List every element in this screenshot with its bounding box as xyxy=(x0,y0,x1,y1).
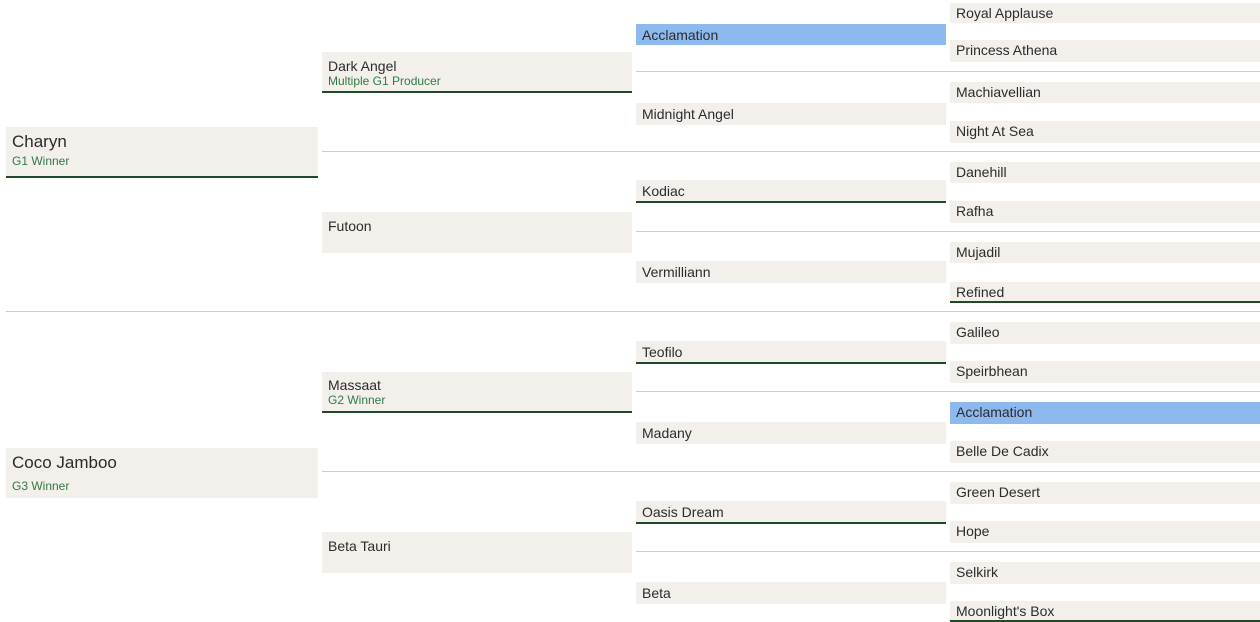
horse-name: Princess Athena xyxy=(956,42,1058,58)
pedigree-gen4-2[interactable]: Princess Athena xyxy=(950,40,1260,62)
pedigree-dam-dam[interactable]: Beta Tauri xyxy=(322,532,632,573)
achievement-note: G3 Winner xyxy=(12,479,70,493)
horse-name: Oasis Dream xyxy=(642,504,724,520)
separator-gen3 xyxy=(636,231,1260,232)
horse-name: Futoon xyxy=(328,218,372,234)
pedigree-gen4-15[interactable]: Selkirk xyxy=(950,562,1260,584)
pedigree-gen4-4[interactable]: Night At Sea xyxy=(950,121,1260,143)
pedigree-gen4-5[interactable]: Danehill xyxy=(950,162,1260,183)
horse-name: Vermilliann xyxy=(642,264,711,280)
horse-name: Hope xyxy=(956,523,990,539)
pedigree-gen4-16[interactable]: Moonlight's Box xyxy=(950,601,1260,622)
horse-name: Galileo xyxy=(956,324,1000,340)
pedigree-gen3-7[interactable]: Oasis Dream xyxy=(636,501,946,524)
horse-name: Teofilo xyxy=(642,344,683,360)
horse-name: Rafha xyxy=(956,203,994,219)
separator-gen2 xyxy=(322,471,1260,472)
pedigree-gen4-11[interactable]: Acclamation xyxy=(950,402,1260,424)
horse-name: Mujadil xyxy=(956,244,1001,260)
pedigree-gen4-8[interactable]: Refined xyxy=(950,282,1260,303)
horse-name: Danehill xyxy=(956,164,1007,180)
horse-name: Beta xyxy=(642,585,671,601)
horse-name: Madany xyxy=(642,425,692,441)
pedigree-gen4-1[interactable]: Royal Applause xyxy=(950,3,1260,23)
pedigree-gen4-13[interactable]: Green Desert xyxy=(950,482,1260,504)
horse-name: Night At Sea xyxy=(956,123,1034,139)
pedigree-gen4-14[interactable]: Hope xyxy=(950,521,1260,543)
pedigree-dam-sire[interactable]: Massaat G2 Winner xyxy=(322,372,632,413)
pedigree-dam[interactable]: Coco Jamboo G3 Winner xyxy=(6,448,318,498)
pedigree-sire-sire[interactable]: Dark Angel Multiple G1 Producer xyxy=(322,52,632,93)
achievement-note: Multiple G1 Producer xyxy=(328,74,441,88)
horse-name: Refined xyxy=(956,284,1005,300)
horse-name: Acclamation xyxy=(956,404,1033,420)
horse-name: Charyn xyxy=(12,132,67,151)
separator-gen3 xyxy=(636,391,1260,392)
pedigree-gen3-5[interactable]: Teofilo xyxy=(636,341,946,364)
pedigree-gen3-6[interactable]: Madany xyxy=(636,422,946,444)
horse-name: Beta Tauri xyxy=(328,538,391,554)
separator-half xyxy=(6,311,1260,312)
pedigree-gen3-8[interactable]: Beta xyxy=(636,582,946,604)
pedigree-sire[interactable]: Charyn G1 Winner xyxy=(6,127,318,178)
horse-name: Speirbhean xyxy=(956,363,1028,379)
horse-name: Moonlight's Box xyxy=(956,603,1055,619)
pedigree-gen3-4[interactable]: Vermilliann xyxy=(636,261,946,283)
pedigree-gen3-1[interactable]: Acclamation xyxy=(636,24,946,45)
pedigree-sire-dam[interactable]: Futoon xyxy=(322,212,632,253)
pedigree-gen4-12[interactable]: Belle De Cadix xyxy=(950,441,1260,463)
horse-name: Selkirk xyxy=(956,564,999,580)
pedigree-gen3-2[interactable]: Midnight Angel xyxy=(636,103,946,125)
horse-name: Kodiac xyxy=(642,183,685,199)
horse-name: Belle De Cadix xyxy=(956,443,1049,459)
horse-name: Green Desert xyxy=(956,484,1041,500)
horse-name: Royal Applause xyxy=(956,5,1054,21)
horse-name: Acclamation xyxy=(642,27,719,43)
horse-name: Machiavellian xyxy=(956,84,1041,100)
pedigree-gen4-3[interactable]: Machiavellian xyxy=(950,82,1260,103)
separator-gen3 xyxy=(636,551,1260,552)
horse-name: Coco Jamboo xyxy=(12,453,117,472)
separator-gen3 xyxy=(636,71,1260,72)
achievement-note: G1 Winner xyxy=(12,154,70,168)
horse-name: Dark Angel xyxy=(328,58,397,74)
horse-name: Massaat xyxy=(328,377,381,393)
horse-name: Midnight Angel xyxy=(642,106,734,122)
achievement-note: G2 Winner xyxy=(328,393,386,407)
pedigree-gen4-9[interactable]: Galileo xyxy=(950,322,1260,344)
pedigree-gen3-3[interactable]: Kodiac xyxy=(636,180,946,203)
separator-gen2 xyxy=(322,151,1260,152)
pedigree-gen4-7[interactable]: Mujadil xyxy=(950,242,1260,263)
pedigree-gen4-6[interactable]: Rafha xyxy=(950,201,1260,223)
pedigree-gen4-10[interactable]: Speirbhean xyxy=(950,361,1260,383)
